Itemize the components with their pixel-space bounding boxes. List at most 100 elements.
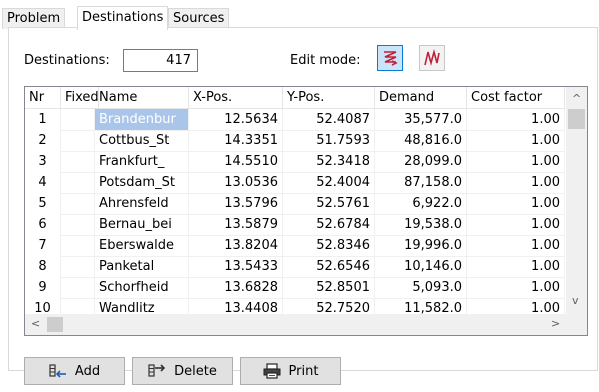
cell-cost-factor[interactable]: 1.00 xyxy=(467,256,565,278)
destinations-count-field[interactable]: 417 xyxy=(123,49,198,72)
cell-demand[interactable]: 87,158.0 xyxy=(375,172,467,194)
horizontal-scrollbar[interactable]: < > xyxy=(25,314,566,335)
col-header-cost-factor[interactable]: Cost factor xyxy=(467,87,565,109)
table-row[interactable]: 6 Bernau_bei 13.5879 52.6784 19,538.0 1.00 xyxy=(25,214,565,236)
table-row[interactable]: 5 Ahrensfeld 13.5796 52.5761 6,922.0 1.00 xyxy=(25,193,565,215)
cell-name[interactable]: Ahrensfeld xyxy=(95,193,189,215)
cell-x-pos[interactable]: 12.5634 xyxy=(189,109,283,131)
cell-y-pos[interactable]: 52.8346 xyxy=(283,235,375,257)
cell-demand[interactable]: 6,922.0 xyxy=(375,193,467,215)
table-row[interactable]: 3 Frankfurt_ 14.5510 52.3418 28,099.0 1.00 xyxy=(25,151,565,173)
cell-fixed[interactable] xyxy=(61,151,95,173)
col-header-nr[interactable]: Nr xyxy=(25,87,61,109)
cell-name[interactable]: Brandenbur xyxy=(95,109,189,131)
cell-x-pos[interactable]: 13.0536 xyxy=(189,172,283,194)
table-row[interactable]: 2 Cottbus_St 14.3351 51.7593 48,816.0 1.00 xyxy=(25,130,565,152)
cell-y-pos[interactable]: 51.7593 xyxy=(283,130,375,152)
cell-demand[interactable]: 48,816.0 xyxy=(375,130,467,152)
cell-x-pos[interactable]: 13.5433 xyxy=(189,256,283,278)
cell-y-pos[interactable]: 52.4087 xyxy=(283,109,375,131)
table-row[interactable]: 9 Schorfheid 13.6828 52.8501 5,093.0 1.00 xyxy=(25,277,565,299)
cell-fixed[interactable] xyxy=(61,277,95,299)
tab-sources[interactable]: Sources xyxy=(168,8,230,29)
cell-name[interactable]: Eberswalde xyxy=(95,235,189,257)
cell-y-pos[interactable]: 52.6784 xyxy=(283,214,375,236)
cell-demand[interactable]: 35,577.0 xyxy=(375,109,467,131)
cell-fixed[interactable] xyxy=(61,109,95,131)
cell-x-pos[interactable]: 14.5510 xyxy=(189,151,283,173)
col-header-x-pos[interactable]: X-Pos. xyxy=(189,87,283,109)
cell-demand[interactable]: 5,093.0 xyxy=(375,277,467,299)
scroll-down-icon[interactable]: v xyxy=(572,295,579,307)
cell-fixed[interactable] xyxy=(61,256,95,278)
cell-cost-factor[interactable]: 1.00 xyxy=(467,151,565,173)
cell-name[interactable]: Potsdam_St xyxy=(95,172,189,194)
cell-y-pos[interactable]: 52.5761 xyxy=(283,193,375,215)
cell-cost-factor[interactable]: 1.00 xyxy=(467,172,565,194)
edit-mode-grid-button[interactable] xyxy=(377,45,403,71)
cell-nr[interactable]: 4 xyxy=(25,172,61,194)
cell-y-pos[interactable]: 52.8501 xyxy=(283,277,375,299)
cell-fixed[interactable] xyxy=(61,214,95,236)
delete-row-icon xyxy=(148,364,166,377)
cell-nr[interactable]: 8 xyxy=(25,256,61,278)
tab-problem[interactable]: Problem xyxy=(2,8,66,29)
scroll-left-icon[interactable]: < xyxy=(31,318,40,330)
cell-nr[interactable]: 3 xyxy=(25,151,61,173)
cell-cost-factor[interactable]: 1.00 xyxy=(467,109,565,131)
cell-nr[interactable]: 7 xyxy=(25,235,61,257)
cell-cost-factor[interactable]: 1.00 xyxy=(467,277,565,299)
cell-y-pos[interactable]: 52.6546 xyxy=(283,256,375,278)
col-header-demand[interactable]: Demand xyxy=(375,87,467,109)
cell-demand[interactable]: 28,099.0 xyxy=(375,151,467,173)
cell-x-pos[interactable]: 14.3351 xyxy=(189,130,283,152)
cell-name[interactable]: Cottbus_St xyxy=(95,130,189,152)
cell-demand[interactable]: 19,538.0 xyxy=(375,214,467,236)
tab-destinations[interactable]: Destinations xyxy=(77,6,169,30)
table-row[interactable]: 7 Eberswalde 13.8204 52.8346 19,996.0 1.00 xyxy=(25,235,565,257)
cell-nr[interactable]: 5 xyxy=(25,193,61,215)
scroll-up-icon[interactable]: ^ xyxy=(572,93,581,105)
cell-nr[interactable]: 1 xyxy=(25,109,61,131)
cell-name[interactable]: Frankfurt_ xyxy=(95,151,189,173)
delete-button[interactable]: Delete xyxy=(132,357,233,385)
cell-x-pos[interactable]: 13.5796 xyxy=(189,193,283,215)
cell-fixed[interactable] xyxy=(61,235,95,257)
table-row[interactable]: 8 Panketal 13.5433 52.6546 10,146.0 1.00 xyxy=(25,256,565,278)
cell-x-pos[interactable]: 13.8204 xyxy=(189,235,283,257)
cell-cost-factor[interactable]: 1.00 xyxy=(467,214,565,236)
edit-mode-map-button[interactable] xyxy=(419,45,445,71)
destinations-table[interactable]: Nr Fixed Name X-Pos. Y-Pos. Demand Cost … xyxy=(24,86,588,336)
cell-fixed[interactable] xyxy=(61,193,95,215)
col-header-y-pos[interactable]: Y-Pos. xyxy=(283,87,375,109)
add-button[interactable]: Add xyxy=(24,357,125,385)
cell-x-pos[interactable]: 13.5879 xyxy=(189,214,283,236)
print-button[interactable]: Print xyxy=(240,357,341,385)
cell-demand[interactable]: 10,146.0 xyxy=(375,256,467,278)
cell-fixed[interactable] xyxy=(61,130,95,152)
horizontal-scroll-thumb[interactable] xyxy=(47,317,63,332)
table-row[interactable]: 1 Brandenbur 12.5634 52.4087 35,577.0 1.00 xyxy=(25,109,565,131)
vertical-scrollbar[interactable]: ^ v xyxy=(566,87,587,314)
col-header-name[interactable]: Name xyxy=(95,87,189,109)
cell-nr[interactable]: 9 xyxy=(25,277,61,299)
cell-name[interactable]: Schorfheid xyxy=(95,277,189,299)
cell-cost-factor[interactable]: 1.00 xyxy=(467,193,565,215)
cell-cost-factor[interactable]: 1.00 xyxy=(467,235,565,257)
cell-demand[interactable]: 19,996.0 xyxy=(375,235,467,257)
cell-name[interactable]: Panketal xyxy=(95,256,189,278)
cell-fixed[interactable] xyxy=(61,172,95,194)
cell-nr[interactable]: 6 xyxy=(25,214,61,236)
cell-name[interactable]: Bernau_bei xyxy=(95,214,189,236)
vertical-scroll-thumb[interactable] xyxy=(568,109,585,129)
cell-nr[interactable]: 2 xyxy=(25,130,61,152)
zigzag-map-icon xyxy=(424,49,440,67)
cell-y-pos[interactable]: 52.4004 xyxy=(283,172,375,194)
col-header-fixed[interactable]: Fixed xyxy=(61,87,99,109)
scroll-right-icon[interactable]: > xyxy=(551,318,560,330)
cell-y-pos[interactable]: 52.3418 xyxy=(283,151,375,173)
cell-x-pos[interactable]: 13.6828 xyxy=(189,277,283,299)
table-row[interactable]: 4 Potsdam_St 13.0536 52.4004 87,158.0 1.00 xyxy=(25,172,565,194)
cell-cost-factor[interactable]: 1.00 xyxy=(467,130,565,152)
edit-mode-label: Edit mode: xyxy=(290,53,361,68)
